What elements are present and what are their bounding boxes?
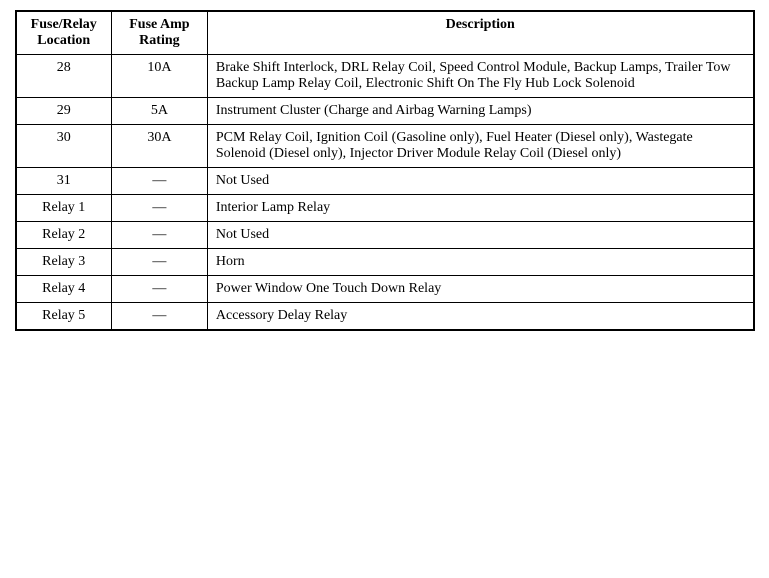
cell-amp: — xyxy=(111,249,207,276)
cell-amp: — xyxy=(111,195,207,222)
cell-amp: 5A xyxy=(111,98,207,125)
cell-location: Relay 5 xyxy=(16,303,112,331)
cell-location: Relay 4 xyxy=(16,276,112,303)
cell-amp: — xyxy=(111,303,207,331)
cell-location: 28 xyxy=(16,55,112,98)
table-row: Relay 3—Horn xyxy=(16,249,754,276)
table-row: Relay 4—Power Window One Touch Down Rela… xyxy=(16,276,754,303)
cell-description: Instrument Cluster (Charge and Airbag Wa… xyxy=(207,98,753,125)
cell-location: 31 xyxy=(16,168,112,195)
cell-description: Brake Shift Interlock, DRL Relay Coil, S… xyxy=(207,55,753,98)
table-row: 3030APCM Relay Coil, Ignition Coil (Gaso… xyxy=(16,125,754,168)
table-row: 295AInstrument Cluster (Charge and Airba… xyxy=(16,98,754,125)
cell-description: Not Used xyxy=(207,168,753,195)
cell-description: Not Used xyxy=(207,222,753,249)
header-location: Fuse/Relay Location xyxy=(16,11,112,55)
table-header-row: Fuse/Relay Location Fuse Amp Rating Desc… xyxy=(16,11,754,55)
header-amp-rating: Fuse Amp Rating xyxy=(111,11,207,55)
cell-amp: 10A xyxy=(111,55,207,98)
table-row: 31—Not Used xyxy=(16,168,754,195)
cell-location: Relay 1 xyxy=(16,195,112,222)
cell-location: 29 xyxy=(16,98,112,125)
cell-description: Accessory Delay Relay xyxy=(207,303,753,331)
table-row: Relay 1—Interior Lamp Relay xyxy=(16,195,754,222)
header-description: Description xyxy=(207,11,753,55)
table-row: Relay 2—Not Used xyxy=(16,222,754,249)
table-row: 2810ABrake Shift Interlock, DRL Relay Co… xyxy=(16,55,754,98)
cell-description: Power Window One Touch Down Relay xyxy=(207,276,753,303)
cell-description: PCM Relay Coil, Ignition Coil (Gasoline … xyxy=(207,125,753,168)
fuse-relay-table: Fuse/Relay Location Fuse Amp Rating Desc… xyxy=(15,10,755,331)
cell-amp: — xyxy=(111,168,207,195)
fuse-relay-table-container: Fuse/Relay Location Fuse Amp Rating Desc… xyxy=(15,10,755,331)
cell-location: Relay 3 xyxy=(16,249,112,276)
cell-location: 30 xyxy=(16,125,112,168)
cell-amp: 30A xyxy=(111,125,207,168)
cell-description: Interior Lamp Relay xyxy=(207,195,753,222)
cell-amp: — xyxy=(111,222,207,249)
cell-location: Relay 2 xyxy=(16,222,112,249)
cell-amp: — xyxy=(111,276,207,303)
cell-description: Horn xyxy=(207,249,753,276)
table-row: Relay 5—Accessory Delay Relay xyxy=(16,303,754,331)
